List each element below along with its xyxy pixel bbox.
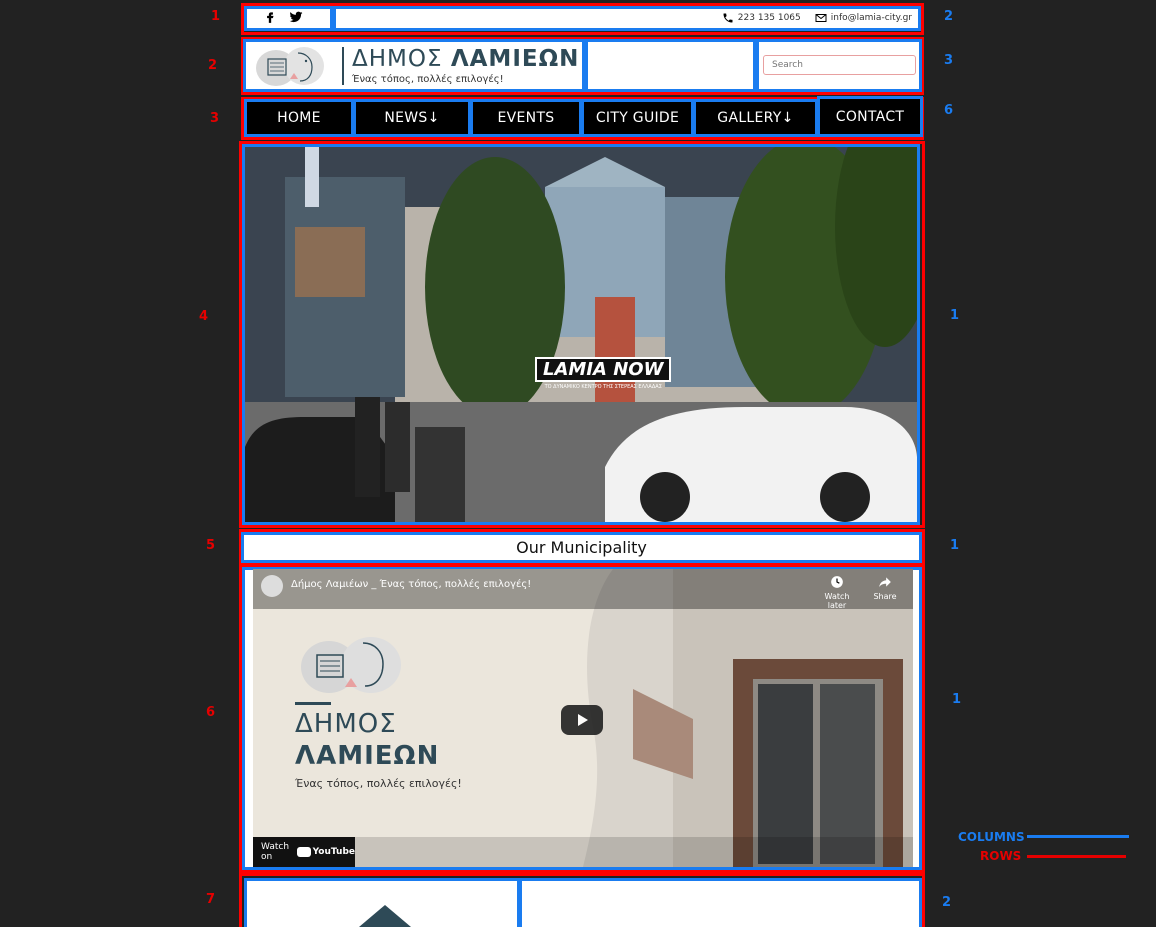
email-link[interactable]: info@lamia-city.gr	[815, 12, 912, 24]
youtube-logo-text: YouTube	[312, 847, 355, 857]
video-subtitle: Ένας τόπος, πολλές επιλογές!	[295, 777, 462, 790]
logo-title: ΔΗΜΟΣ ΛΑΜΙΕΩΝ	[352, 46, 579, 72]
hero-brand-name: LAMIA NOW	[535, 357, 672, 382]
youtube-icon	[296, 847, 311, 857]
play-icon	[578, 714, 588, 726]
play-button[interactable]	[561, 705, 603, 735]
video-emblem-icon	[301, 637, 401, 693]
nav-gallery[interactable]: GALLERY↓	[693, 99, 818, 137]
row-number: 2	[208, 58, 218, 73]
nav-events-label: EVENTS	[497, 110, 555, 126]
share-icon	[879, 577, 891, 588]
email-text: info@lamia-city.gr	[830, 13, 912, 23]
column-number: 2	[944, 9, 954, 24]
header-empty-column	[585, 39, 756, 92]
video-line2: ΛΑΜΙΕΩΝ	[295, 741, 440, 771]
hero-image: LAMIA NOW ΤΟ ΔΥΝΑΜΙΚΟ ΚΕΝΤΡΟ ΤΗΣ ΣΤΕΡΕΑΣ…	[242, 144, 920, 525]
row-number: 7	[206, 892, 216, 907]
legend-rows-line	[1027, 855, 1126, 858]
video-title[interactable]: Δήμος Λαμιέων _ Ένας τόπος, πολλές επιλο…	[291, 579, 531, 590]
video-accent-bar	[295, 702, 331, 705]
logo-text: ΔΗΜΟΣ ΛΑΜΙΕΩΝ Ένας τόπος, πολλές επιλογέ…	[352, 46, 579, 85]
nav-events[interactable]: EVENTS	[470, 99, 582, 137]
channel-avatar[interactable]	[261, 575, 283, 597]
column-number: 1	[950, 538, 960, 553]
logo-divider	[342, 46, 344, 85]
section-title: Our Municipality	[241, 532, 922, 563]
search-input[interactable]	[763, 55, 916, 75]
section-title-text: Our Municipality	[516, 538, 647, 557]
phone-icon	[723, 13, 733, 23]
envelope-icon	[815, 14, 827, 22]
legend-columns-label: COLUMNS	[958, 830, 1025, 844]
logo-title-light: ΔΗΜΟΣ	[352, 46, 443, 72]
share-button[interactable]: Share	[865, 575, 905, 601]
row-number: 3	[210, 111, 220, 126]
phone-link[interactable]: 223 135 1065	[722, 12, 801, 24]
municipality-emblem-icon	[256, 46, 324, 86]
watch-on-youtube[interactable]: Watch on YouTube	[253, 837, 355, 867]
legend-rows-label: ROWS	[980, 849, 1022, 863]
share-label: Share	[873, 592, 897, 601]
row-number: 4	[199, 309, 209, 324]
column-number: 3	[944, 53, 954, 68]
bottom-right-column	[519, 878, 922, 927]
up-arrow-icon	[359, 905, 411, 927]
legend-columns-line	[1027, 835, 1129, 838]
nav-news-label: NEWS↓	[384, 110, 440, 126]
video-player[interactable]: Δήμος Λαμιέων _ Ένας τόπος, πολλές επιλο…	[253, 569, 913, 867]
social-column	[244, 6, 333, 31]
row-number: 6	[206, 705, 216, 720]
phone-text: 223 135 1065	[737, 13, 801, 23]
facebook-icon[interactable]	[263, 9, 277, 28]
clock-icon	[831, 576, 843, 588]
logo-title-bold: ΛΑΜΙΕΩΝ	[450, 46, 580, 72]
row-number: 1	[211, 9, 221, 24]
hero-brand: LAMIA NOW ΤΟ ΔΥΝΑΜΙΚΟ ΚΕΝΤΡΟ ΤΗΣ ΣΤΕΡΕΑΣ…	[535, 357, 672, 390]
column-number: 1	[950, 308, 960, 323]
youtube-logo: YouTube	[296, 847, 355, 857]
column-number: 2	[942, 895, 952, 910]
watch-on-label: Watch on	[261, 842, 290, 862]
nav-city-guide-label: CITY GUIDE	[595, 110, 680, 126]
logo-subtitle: Ένας τόπος, πολλές επιλογές!	[352, 74, 504, 85]
contact-column: 223 135 1065 info@lamia-city.gr	[333, 6, 921, 31]
twitter-icon[interactable]	[289, 9, 303, 28]
contact-info: 223 135 1065 info@lamia-city.gr	[722, 12, 912, 24]
hero-brand-tagline: ΤΟ ΔΥΝΑΜΙΚΟ ΚΕΝΤΡΟ ΤΗΣ ΣΤΕΡΕΑΣ ΕΛΛΑΔΑΣ	[544, 384, 662, 390]
watch-later-label: Watch later	[824, 592, 850, 610]
column-number: 1	[952, 692, 962, 707]
nav-city-guide[interactable]: CITY GUIDE	[581, 99, 694, 137]
nav-news[interactable]: NEWS↓	[353, 99, 471, 137]
social-links	[247, 9, 330, 28]
watch-later-button[interactable]: Watch later	[817, 575, 857, 610]
hero-photo	[245, 147, 917, 522]
bottom-left-column	[244, 878, 520, 927]
logo-column[interactable]: ΔΗΜΟΣ ΛΑΜΙΕΩΝ Ένας τόπος, πολλές επιλογέ…	[243, 39, 585, 92]
row-number: 5	[206, 538, 216, 553]
nav-gallery-label: GALLERY↓	[717, 110, 794, 126]
column-number: 6	[944, 103, 954, 118]
nav-home[interactable]: HOME	[244, 99, 354, 137]
nav-home-label: HOME	[277, 110, 321, 126]
nav-contact-label: CONTACT	[835, 108, 905, 125]
video-line1: ΔΗΜΟΣ	[295, 709, 397, 739]
nav-contact[interactable]: CONTACT	[817, 96, 923, 137]
